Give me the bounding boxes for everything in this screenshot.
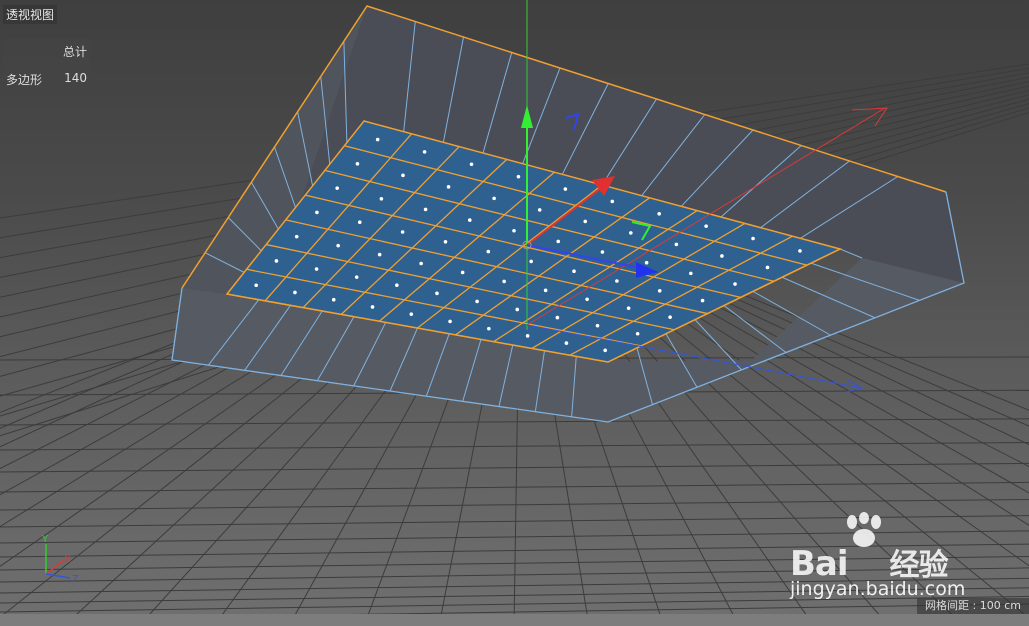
- polygon-center-dot: [422, 150, 427, 154]
- polygon-center-dot: [409, 312, 414, 316]
- floor-grid-line: [0, 481, 1029, 493]
- wall-edge: [723, 305, 787, 353]
- polygon-center-dot: [355, 162, 360, 166]
- polygon-center-dot: [626, 306, 631, 311]
- hud-polygon-label: 多边形: [6, 73, 43, 87]
- floor-grid-line: [0, 442, 1029, 451]
- polygon-center-dot: [435, 291, 439, 296]
- grid-spacing-readout: 网格间距 : 100 cm: [917, 598, 1029, 614]
- polygon-center-dot: [525, 334, 530, 338]
- viewport-bottom-bar: [0, 614, 1029, 626]
- polygon-center-dot: [512, 228, 516, 233]
- polygon-center-dot: [668, 315, 672, 319]
- polygon-center-dot: [401, 173, 405, 178]
- polygon-center-dot: [314, 267, 319, 271]
- hud-statistics-panel: 总计 多边形 140: [3, 39, 91, 93]
- polygon-center-dot: [537, 208, 542, 212]
- polygon-center-dot: [379, 196, 384, 201]
- polygon-center-dot: [370, 305, 375, 309]
- polygon-center-dot: [583, 219, 588, 224]
- polygon-center-dot: [502, 279, 506, 284]
- polygon-center-dot: [516, 174, 521, 179]
- polygon-center-dot: [377, 252, 382, 257]
- viewport-title[interactable]: 透视视图: [3, 5, 58, 24]
- polygon-center-dot: [615, 279, 619, 283]
- polygon-center-dot: [492, 196, 496, 201]
- polygon-center-dot: [469, 162, 474, 167]
- polygon-center-dot: [331, 297, 336, 302]
- floor-grid-line: [0, 418, 1029, 426]
- polygon-center-dot: [700, 298, 705, 303]
- floor-grid-line: [0, 462, 1029, 473]
- polygon-center-dot: [674, 242, 679, 247]
- polygon-center-dot: [644, 260, 649, 265]
- polygon-center-dot: [543, 288, 548, 293]
- polygon-center-dot: [600, 250, 605, 254]
- polygon-center-dot: [395, 283, 399, 288]
- axis-orientation-indicator: Y X Z: [41, 534, 79, 585]
- polygon-center-dot: [254, 283, 258, 288]
- polygon-center-dot: [555, 315, 560, 320]
- polygon-center-dot: [375, 137, 380, 142]
- polygon-center-dot: [657, 289, 662, 293]
- watermark-url: jingyan.baidu.com: [790, 578, 966, 600]
- polygon-center-dot: [720, 254, 724, 258]
- polygon-center-dot: [515, 307, 520, 312]
- polygon-center-dot: [475, 299, 479, 304]
- polygon-center-dot: [572, 269, 576, 274]
- hud-polygon-count: 140: [64, 71, 87, 85]
- polygon-center-dot: [293, 290, 297, 295]
- polygon-center-dot: [335, 186, 339, 190]
- polygon-center-dot: [765, 265, 770, 270]
- polygon-center-dot: [467, 218, 472, 222]
- polygon-center-dot: [315, 210, 319, 215]
- polygon-center-dot: [585, 297, 589, 302]
- polygon-center-dot: [357, 220, 362, 224]
- polygon-center-dot: [751, 236, 755, 241]
- polygon-center-dot: [448, 319, 452, 324]
- baidu-watermark: Bai 经验 jingyan.baidu.com: [790, 512, 990, 604]
- polygon-center-dot: [733, 282, 737, 286]
- polygon-center-dot: [635, 331, 640, 336]
- polygon-center-dot: [629, 231, 633, 235]
- polygon-center-dot: [657, 211, 662, 216]
- axis-y-label: Y: [41, 534, 49, 545]
- polygon-center-dot: [529, 259, 533, 264]
- polygon-center-dot: [556, 239, 561, 244]
- polygon-center-dot: [564, 341, 569, 345]
- polygon-center-dot: [419, 261, 423, 266]
- polygon-center-dot: [603, 348, 607, 353]
- polygon-center-dot: [336, 243, 340, 248]
- polygon-center-dot: [274, 259, 279, 263]
- axis-z-label: Z: [72, 574, 79, 585]
- perspective-viewport[interactable]: 透视视图 总计 多边形 140 Y X Z Bai 经验 jingyan.baid…: [0, 0, 1029, 626]
- axis-x-label: X: [64, 554, 71, 565]
- polygon-center-dot: [486, 249, 491, 254]
- polygon-center-dot: [595, 323, 600, 328]
- polygon-center-dot: [610, 199, 615, 204]
- polygon-center-dot: [704, 224, 708, 228]
- hud-total-header: 总计: [62, 45, 87, 59]
- polygon-center-dot: [446, 185, 451, 189]
- polygon-center-dot: [487, 326, 491, 331]
- polygon-center-dot: [423, 207, 428, 212]
- polygon-center-dot: [400, 230, 405, 234]
- polygon-center-dot: [798, 249, 802, 253]
- polygon-center-dot: [443, 240, 448, 244]
- polygon-center-dot: [294, 234, 299, 239]
- polygon-center-dot: [460, 270, 465, 275]
- floor-grid-line: [0, 499, 1029, 511]
- polygon-center-dot: [689, 271, 693, 276]
- polygon-center-dot: [354, 275, 359, 279]
- polygon-center-dot: [563, 187, 568, 191]
